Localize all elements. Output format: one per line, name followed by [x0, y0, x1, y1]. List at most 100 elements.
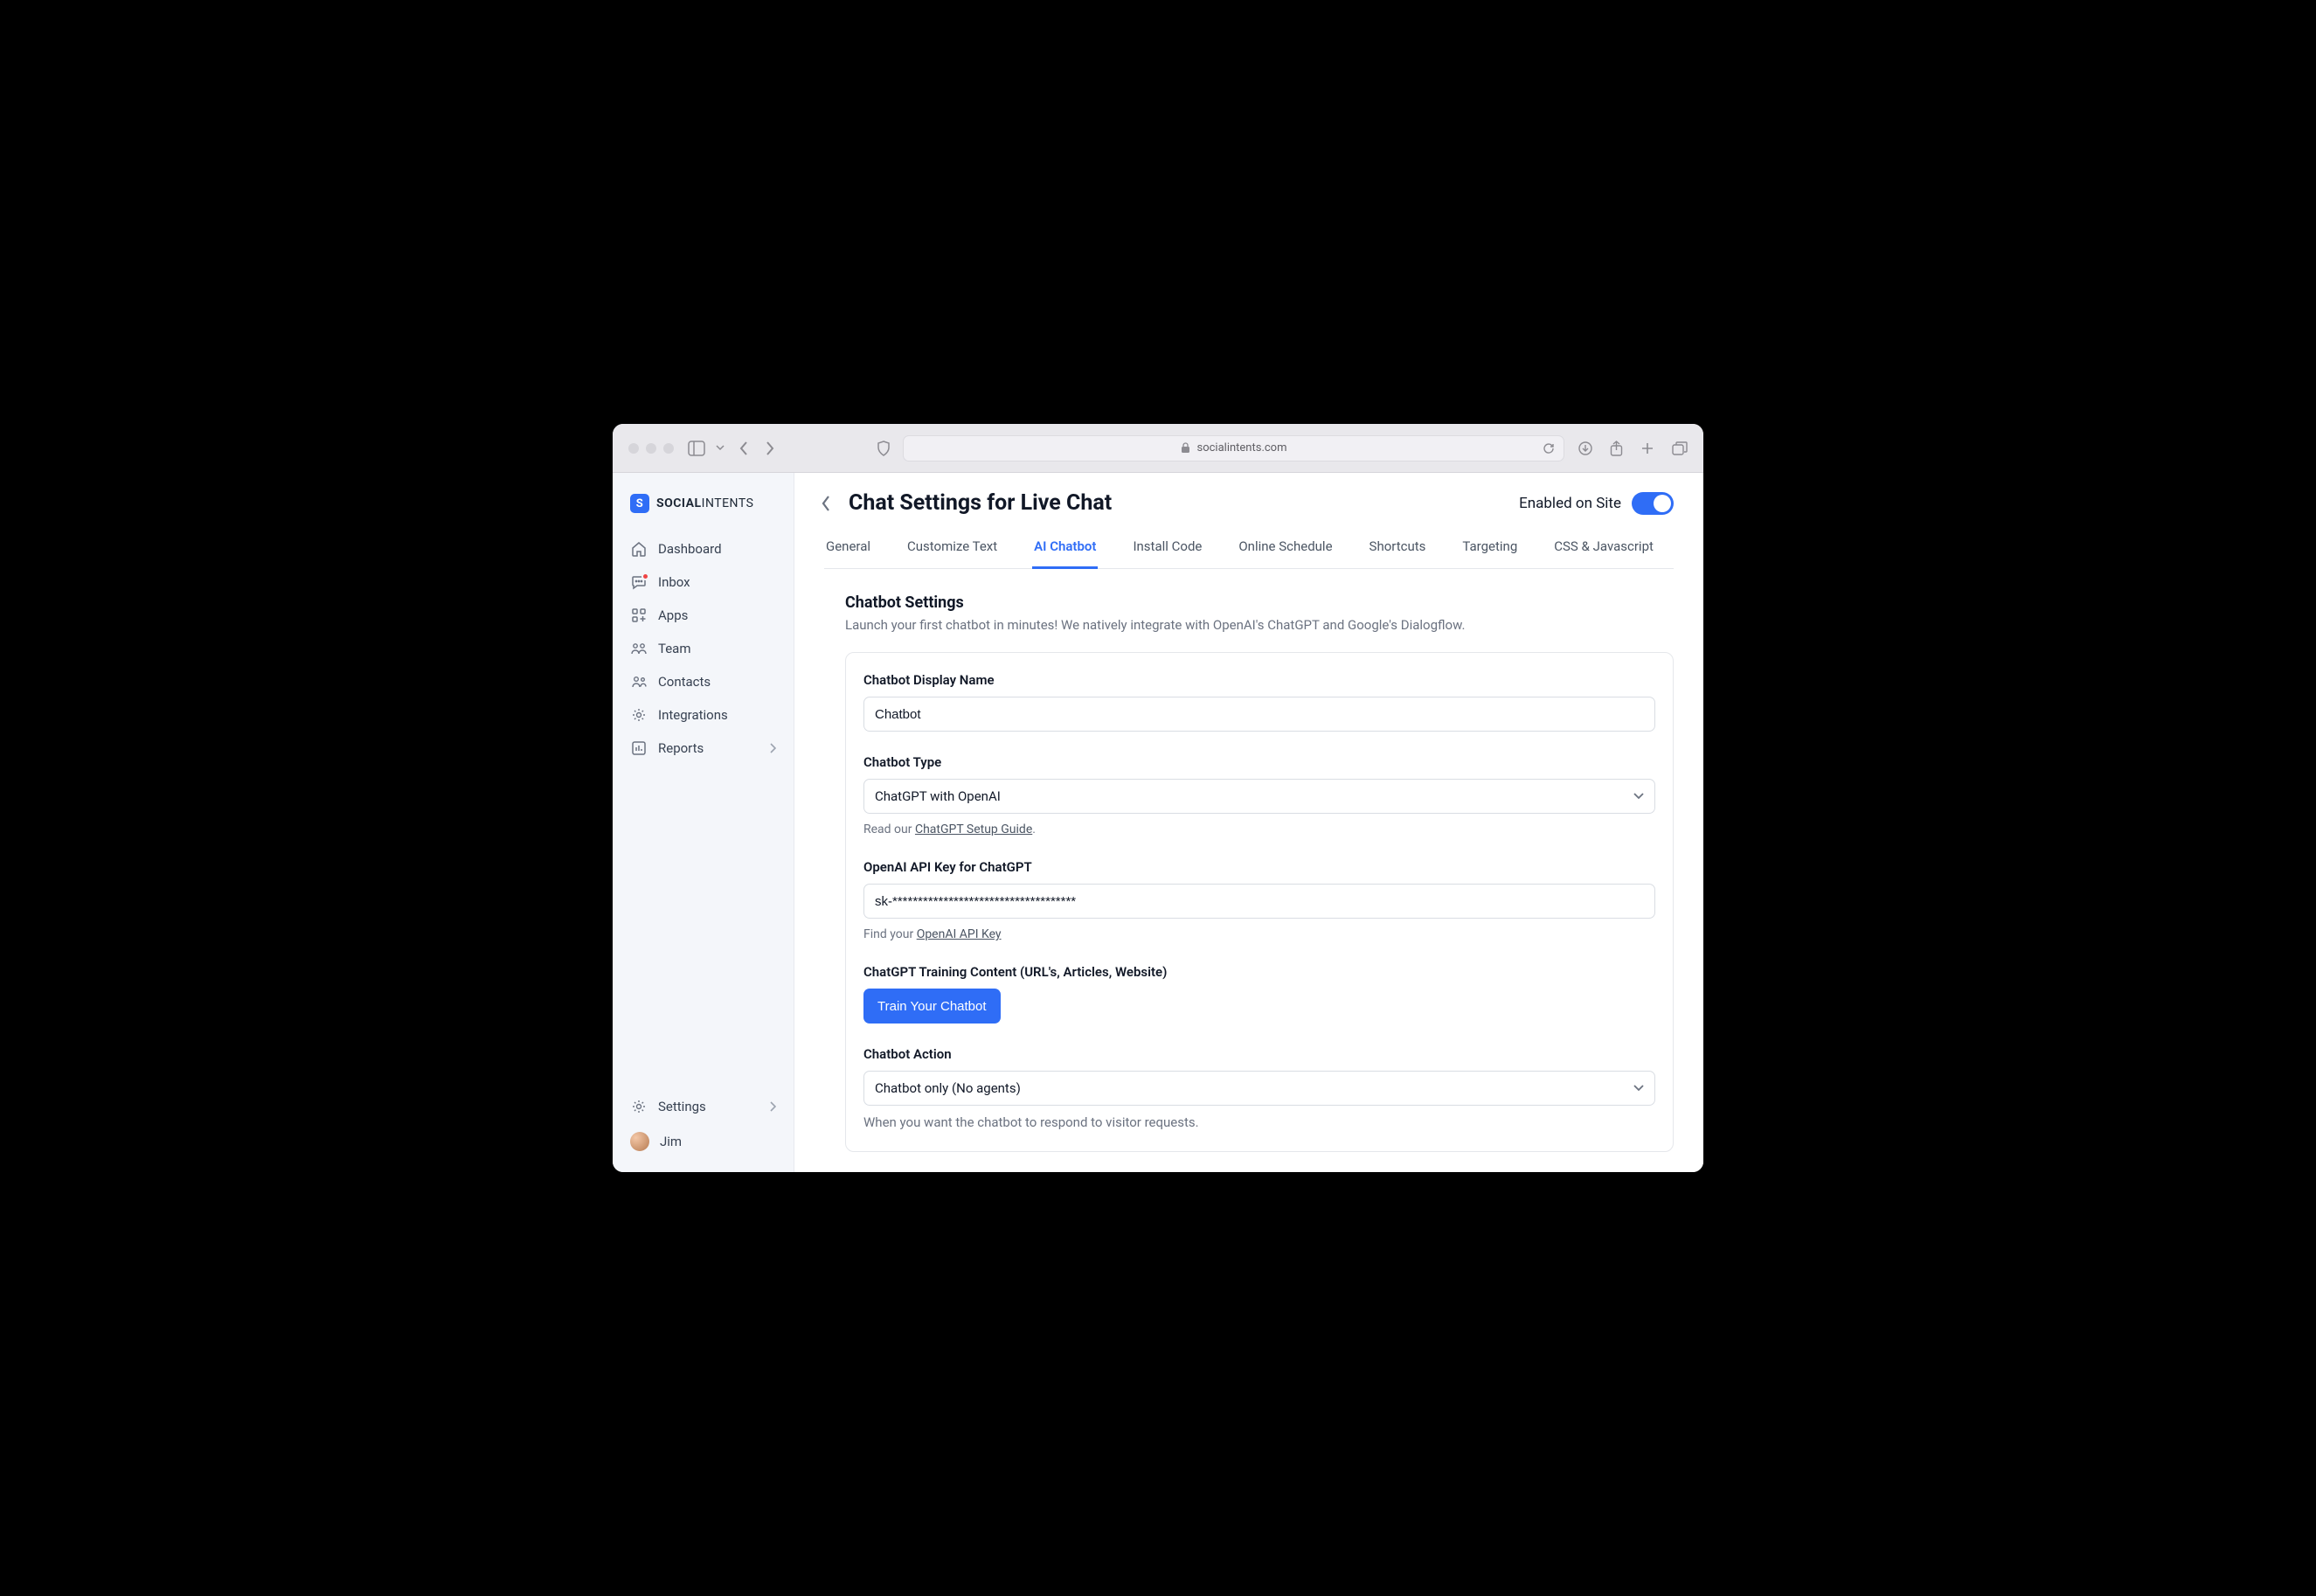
new-tab-icon[interactable]: [1640, 441, 1654, 455]
sidebar-item-label: Reports: [658, 740, 704, 756]
sidebar-item-apps[interactable]: Apps: [620, 599, 787, 632]
sidebar-footer: Settings Jim: [613, 1085, 794, 1172]
sidebar-item-label: Contacts: [658, 674, 711, 690]
downloads-icon[interactable]: [1578, 441, 1592, 455]
settings-gear-icon: [630, 1099, 648, 1114]
chatbot-action-hint: When you want the chatbot to respond to …: [863, 1114, 1655, 1130]
privacy-shield-icon[interactable]: [877, 441, 891, 456]
chatbot-settings-form: Chatbot Display Name Chatbot Type ChatGP…: [845, 652, 1674, 1152]
chatbot-type-label: Chatbot Type: [863, 754, 1655, 770]
tab-online-schedule[interactable]: Online Schedule: [1237, 538, 1334, 569]
api-key-label: OpenAI API Key for ChatGPT: [863, 859, 1655, 875]
api-key-field: OpenAI API Key for ChatGPT Find your Ope…: [863, 859, 1655, 941]
back-button[interactable]: [821, 495, 838, 512]
sidebar-item-reports[interactable]: Reports: [620, 732, 787, 765]
home-icon: [630, 541, 648, 557]
train-chatbot-button[interactable]: Train Your Chatbot: [863, 989, 1001, 1024]
tab-install-code[interactable]: Install Code: [1131, 538, 1203, 569]
gear-icon: [630, 707, 648, 723]
sidebar-toggle-icon[interactable]: [688, 441, 711, 456]
brand-logo[interactable]: S SOCIALINTENTS: [613, 473, 794, 529]
sidebar-item-integrations[interactable]: Integrations: [620, 698, 787, 732]
chevron-down-icon: [1633, 1085, 1644, 1092]
window-controls: [628, 443, 674, 454]
chatbot-type-hint: Read our ChatGPT Setup Guide.: [863, 822, 1655, 836]
nav-forward-button[interactable]: [765, 441, 775, 456]
settings-tabs: General Customize Text AI Chatbot Instal…: [824, 523, 1674, 569]
chatbot-type-field: Chatbot Type ChatGPT with OpenAI Read ou…: [863, 754, 1655, 836]
apps-grid-icon: [630, 607, 648, 623]
tab-shortcuts[interactable]: Shortcuts: [1368, 538, 1428, 569]
sidebar-item-team[interactable]: Team: [620, 632, 787, 665]
window-close-button[interactable]: [628, 443, 639, 454]
chatgpt-setup-guide-link[interactable]: ChatGPT Setup Guide: [915, 822, 1032, 836]
toolbar-dropdown-icon[interactable]: [716, 445, 725, 452]
main-content: Chat Settings for Live Chat Enabled on S…: [794, 473, 1703, 1172]
chatbot-type-select[interactable]: ChatGPT with OpenAI: [863, 779, 1655, 814]
team-icon: [630, 641, 648, 656]
avatar: [630, 1132, 649, 1151]
display-name-input[interactable]: [863, 697, 1655, 732]
sidebar-item-contacts[interactable]: Contacts: [620, 665, 787, 698]
chatbot-action-value: Chatbot only (No agents): [875, 1080, 1021, 1096]
sidebar: S SOCIALINTENTS Dashboard In: [613, 473, 794, 1172]
window-minimize-button[interactable]: [646, 443, 656, 454]
report-icon: [630, 740, 648, 756]
section-description: Launch your first chatbot in minutes! We…: [845, 617, 1674, 633]
tab-customize-text[interactable]: Customize Text: [905, 538, 999, 569]
sidebar-item-label: Settings: [658, 1099, 706, 1114]
share-icon[interactable]: [1610, 441, 1623, 456]
chatbot-settings-section: Chatbot Settings Launch your first chatb…: [794, 569, 1703, 1172]
sidebar-nav: Dashboard Inbox Apps: [613, 529, 794, 1085]
chatbot-type-value: ChatGPT with OpenAI: [875, 788, 1001, 804]
toggle-knob: [1654, 495, 1671, 512]
api-key-hint: Find your OpenAI API Key: [863, 927, 1655, 941]
tab-targeting[interactable]: Targeting: [1460, 538, 1519, 569]
chevron-right-icon: [769, 1101, 776, 1112]
sidebar-item-label: Dashboard: [658, 541, 722, 557]
sidebar-item-label: Team: [658, 641, 691, 656]
sidebar-item-label: Integrations: [658, 707, 728, 723]
api-key-input[interactable]: [863, 884, 1655, 919]
section-title: Chatbot Settings: [845, 593, 1674, 612]
lock-icon: [1181, 442, 1190, 454]
enabled-on-site-label: Enabled on Site: [1519, 495, 1621, 512]
tabs-overview-icon[interactable]: [1672, 441, 1688, 455]
sidebar-item-label: Apps: [658, 607, 688, 623]
address-bar[interactable]: socialintents.com: [903, 435, 1564, 461]
display-name-label: Chatbot Display Name: [863, 672, 1655, 688]
chatbot-action-select[interactable]: Chatbot only (No agents): [863, 1071, 1655, 1106]
chevron-down-icon: [1633, 793, 1644, 800]
brand-name: SOCIALINTENTS: [656, 496, 753, 510]
app-frame: S SOCIALINTENTS Dashboard In: [613, 473, 1703, 1172]
address-host: socialintents.com: [1197, 441, 1287, 455]
enabled-on-site-toggle[interactable]: [1632, 492, 1674, 515]
sidebar-item-label: Inbox: [658, 574, 690, 590]
sidebar-item-dashboard[interactable]: Dashboard: [620, 532, 787, 566]
chatbot-action-field: Chatbot Action Chatbot only (No agents) …: [863, 1046, 1655, 1130]
tab-general[interactable]: General: [824, 538, 872, 569]
reload-icon[interactable]: [1543, 442, 1555, 455]
sidebar-item-inbox[interactable]: Inbox: [620, 566, 787, 599]
chat-icon: [630, 574, 648, 590]
user-name: Jim: [660, 1134, 682, 1149]
tab-css-js[interactable]: CSS & Javascript: [1552, 538, 1655, 569]
window-zoom-button[interactable]: [663, 443, 674, 454]
openai-api-key-link[interactable]: OpenAI API Key: [917, 927, 1002, 941]
contacts-icon: [630, 674, 648, 690]
notification-dot-icon: [641, 572, 649, 580]
sidebar-item-settings[interactable]: Settings: [620, 1090, 787, 1123]
chevron-right-icon: [769, 743, 776, 753]
safari-window: socialintents.com S: [613, 424, 1703, 1172]
brand-badge-icon: S: [630, 494, 649, 513]
training-field: ChatGPT Training Content (URL's, Article…: [863, 964, 1655, 1024]
nav-back-button[interactable]: [738, 441, 749, 456]
page-header: Chat Settings for Live Chat Enabled on S…: [794, 473, 1703, 523]
chatbot-action-label: Chatbot Action: [863, 1046, 1655, 1062]
page-title: Chat Settings for Live Chat: [849, 490, 1112, 516]
tab-ai-chatbot[interactable]: AI Chatbot: [1032, 538, 1098, 569]
display-name-field: Chatbot Display Name: [863, 672, 1655, 732]
browser-toolbar: socialintents.com: [613, 424, 1703, 473]
training-label: ChatGPT Training Content (URL's, Article…: [863, 964, 1655, 980]
sidebar-item-user[interactable]: Jim: [620, 1123, 787, 1160]
